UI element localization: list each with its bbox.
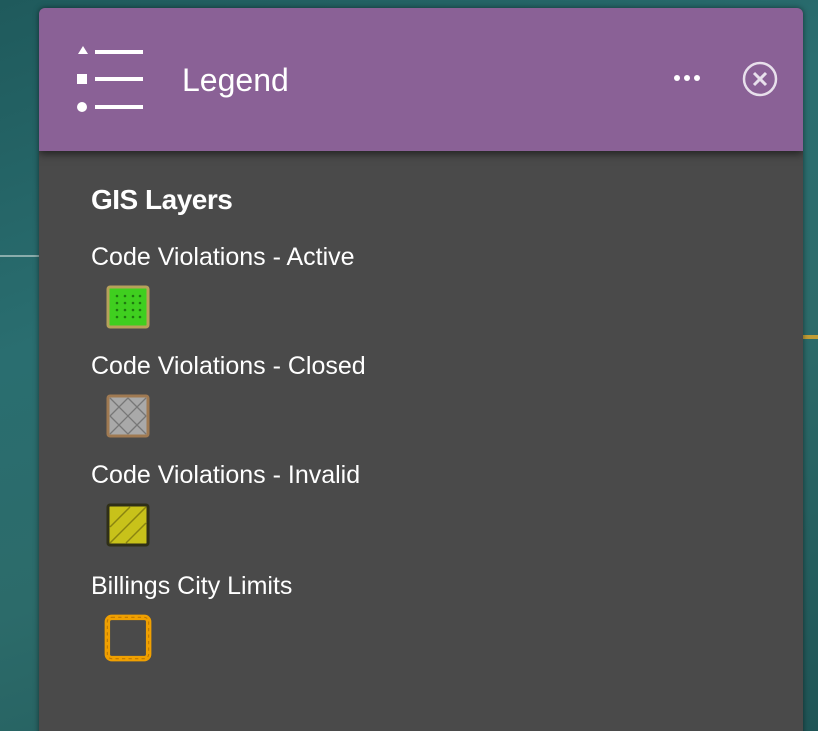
legend-item: Billings City Limits <box>91 571 293 662</box>
map-background-fragment <box>803 335 818 339</box>
close-icon <box>742 61 778 97</box>
legend-item-label: Billings City Limits <box>91 572 293 600</box>
legend-item: Code Violations - Closed <box>91 351 366 438</box>
close-button[interactable] <box>740 59 780 99</box>
orange-outline-swatch-icon <box>104 614 152 662</box>
legend-header: Legend <box>39 8 803 151</box>
legend-list-icon <box>71 44 147 114</box>
panel-title: Legend <box>182 62 289 98</box>
legend-item-label: Code Violations - Closed <box>91 352 366 380</box>
legend-item: Code Violations - Active <box>91 242 355 329</box>
yellow-diagonal-swatch-icon <box>106 503 150 547</box>
legend-item-label: Code Violations - Active <box>91 243 355 271</box>
legend-panel: Legend GIS Layers Code Violations - Acti… <box>39 8 803 731</box>
section-title: GIS Layers <box>91 184 233 215</box>
more-options-button[interactable] <box>665 66 709 90</box>
legend-item: Code Violations - Invalid <box>91 460 361 547</box>
more-dots-icon <box>674 75 700 81</box>
gray-crosshatch-swatch-icon <box>106 394 150 438</box>
legend-content: GIS Layers Code Violations - Active Code… <box>91 180 783 662</box>
legend-item-label: Code Violations - Invalid <box>91 461 361 489</box>
green-dotted-swatch-icon <box>106 285 150 329</box>
map-background-fragment <box>0 255 39 257</box>
